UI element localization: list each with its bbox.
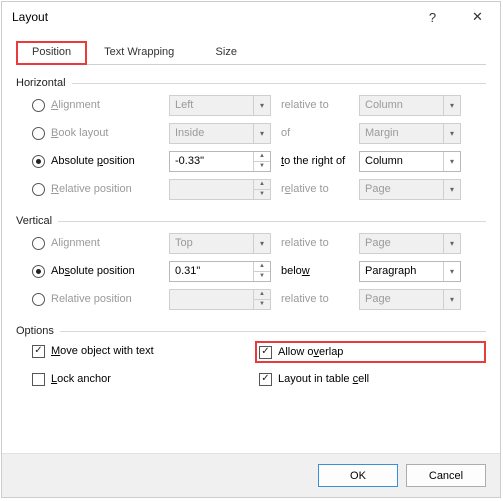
spin-down-icon[interactable]: ▼ (253, 190, 270, 199)
v-absolute-spinner[interactable]: 0.31"▲▼ (169, 261, 271, 282)
chevron-down-icon: ▾ (443, 290, 460, 309)
chevron-down-icon: ▾ (443, 180, 460, 199)
dialog-footer: OK Cancel (2, 453, 500, 497)
v-absolute-rel-combo[interactable]: Paragraph▾ (359, 261, 461, 282)
h-booklayout-row: Book layout Inside▾ of Margin▾ (16, 119, 486, 147)
opt-allow-overlap[interactable]: Allow overlap (255, 341, 486, 363)
h-relative-label: Relative position (51, 183, 169, 195)
h-booklayout-rel-combo[interactable]: Margin▾ (359, 123, 461, 144)
spin-down-icon[interactable]: ▼ (253, 162, 270, 171)
h-relative-spinner[interactable]: ▲▼ (169, 179, 271, 200)
chevron-down-icon: ▾ (443, 234, 460, 253)
options-grid: Move object with text Allow overlap Lock… (16, 341, 486, 389)
v-absolute-label: Absolute position (51, 265, 169, 277)
chevron-down-icon: ▾ (253, 96, 270, 115)
v-relative-rel-label: relative to (271, 293, 359, 305)
group-vertical: Vertical (16, 215, 486, 227)
v-alignment-rel-combo[interactable]: Page▾ (359, 233, 461, 254)
opt-move-with-text[interactable]: Move object with text (32, 341, 259, 361)
opt-move-with-text-label: Move object with text (51, 345, 154, 357)
v-relative-rel-combo[interactable]: Page▾ (359, 289, 461, 310)
v-relative-radio[interactable] (32, 293, 45, 306)
titlebar: Layout ? ✕ (2, 2, 500, 32)
h-relative-rel-label: relative to (271, 183, 359, 195)
spin-up-icon[interactable]: ▲ (253, 290, 270, 300)
h-absolute-spinner[interactable]: -0.33"▲▼ (169, 151, 271, 172)
spin-down-icon[interactable]: ▼ (253, 272, 270, 281)
dialog-content: Position Text Wrapping Size Horizontal A… (2, 32, 500, 453)
group-horizontal: Horizontal (16, 77, 486, 89)
spin-up-icon[interactable]: ▲ (253, 152, 270, 162)
layout-dialog: Layout ? ✕ Position Text Wrapping Size H… (1, 1, 501, 498)
v-alignment-combo[interactable]: Top▾ (169, 233, 271, 254)
h-relative-radio[interactable] (32, 183, 45, 196)
h-alignment-rel-combo[interactable]: Column▾ (359, 95, 461, 116)
opt-allow-overlap-label: Allow overlap (278, 346, 343, 358)
h-alignment-rel-label: relative to (271, 99, 359, 111)
v-relative-label: Relative position (51, 293, 169, 305)
v-relative-spinner[interactable]: ▲▼ (169, 289, 271, 310)
v-absolute-rel-label: below (271, 265, 359, 277)
tab-position[interactable]: Position (16, 41, 87, 65)
opt-lock-anchor-label: Lock anchor (51, 373, 111, 385)
v-alignment-row: Alignment Top▾ relative to Page▾ (16, 229, 486, 257)
checkbox-icon (32, 373, 45, 386)
group-options: Options (16, 325, 486, 337)
h-relative-rel-combo[interactable]: Page▾ (359, 179, 461, 200)
dialog-title: Layout (12, 10, 410, 24)
close-button[interactable]: ✕ (455, 2, 500, 32)
spin-up-icon[interactable]: ▲ (253, 262, 270, 272)
opt-lock-anchor[interactable]: Lock anchor (32, 369, 259, 389)
h-booklayout-rel-label: of (271, 127, 359, 139)
h-booklayout-label: Book layout (51, 127, 169, 139)
chevron-down-icon: ▾ (443, 152, 460, 171)
spin-down-icon[interactable]: ▼ (253, 300, 270, 309)
spin-up-icon[interactable]: ▲ (253, 180, 270, 190)
chevron-down-icon: ▾ (443, 96, 460, 115)
v-alignment-label: Alignment (51, 237, 169, 249)
h-booklayout-combo[interactable]: Inside▾ (169, 123, 271, 144)
chevron-down-icon: ▾ (253, 234, 270, 253)
v-absolute-row: Absolute position 0.31"▲▼ below Paragrap… (16, 257, 486, 285)
h-absolute-rel-combo[interactable]: Column▾ (359, 151, 461, 172)
v-relative-row: Relative position ▲▼ relative to Page▾ (16, 285, 486, 313)
h-relative-row: Relative position ▲▼ relative to Page▾ (16, 175, 486, 203)
checkbox-icon (259, 373, 272, 386)
h-absolute-label: Absolute position (51, 155, 169, 167)
h-absolute-rel-label: to the right of (271, 155, 359, 167)
ok-button[interactable]: OK (318, 464, 398, 487)
h-absolute-radio[interactable] (32, 155, 45, 168)
h-absolute-row: Absolute position -0.33"▲▼ to the right … (16, 147, 486, 175)
tab-size[interactable]: Size (191, 41, 261, 65)
chevron-down-icon: ▾ (253, 124, 270, 143)
opt-layout-in-cell-label: Layout in table cell (278, 373, 369, 385)
tabstrip: Position Text Wrapping Size (16, 40, 486, 65)
tab-text-wrapping[interactable]: Text Wrapping (87, 41, 191, 65)
h-booklayout-radio[interactable] (32, 127, 45, 140)
checkbox-icon (32, 345, 45, 358)
v-alignment-radio[interactable] (32, 237, 45, 250)
chevron-down-icon: ▾ (443, 124, 460, 143)
h-alignment-label: AAlignmentlignment (51, 99, 169, 111)
opt-layout-in-cell[interactable]: Layout in table cell (259, 369, 486, 389)
help-button[interactable]: ? (410, 2, 455, 32)
v-alignment-rel-label: relative to (271, 237, 359, 249)
chevron-down-icon: ▾ (443, 262, 460, 281)
h-alignment-row: AAlignmentlignment Left▾ relative to Col… (16, 91, 486, 119)
h-alignment-radio[interactable] (32, 99, 45, 112)
cancel-button[interactable]: Cancel (406, 464, 486, 487)
h-alignment-combo[interactable]: Left▾ (169, 95, 271, 116)
v-absolute-radio[interactable] (32, 265, 45, 278)
checkbox-icon (259, 346, 272, 359)
